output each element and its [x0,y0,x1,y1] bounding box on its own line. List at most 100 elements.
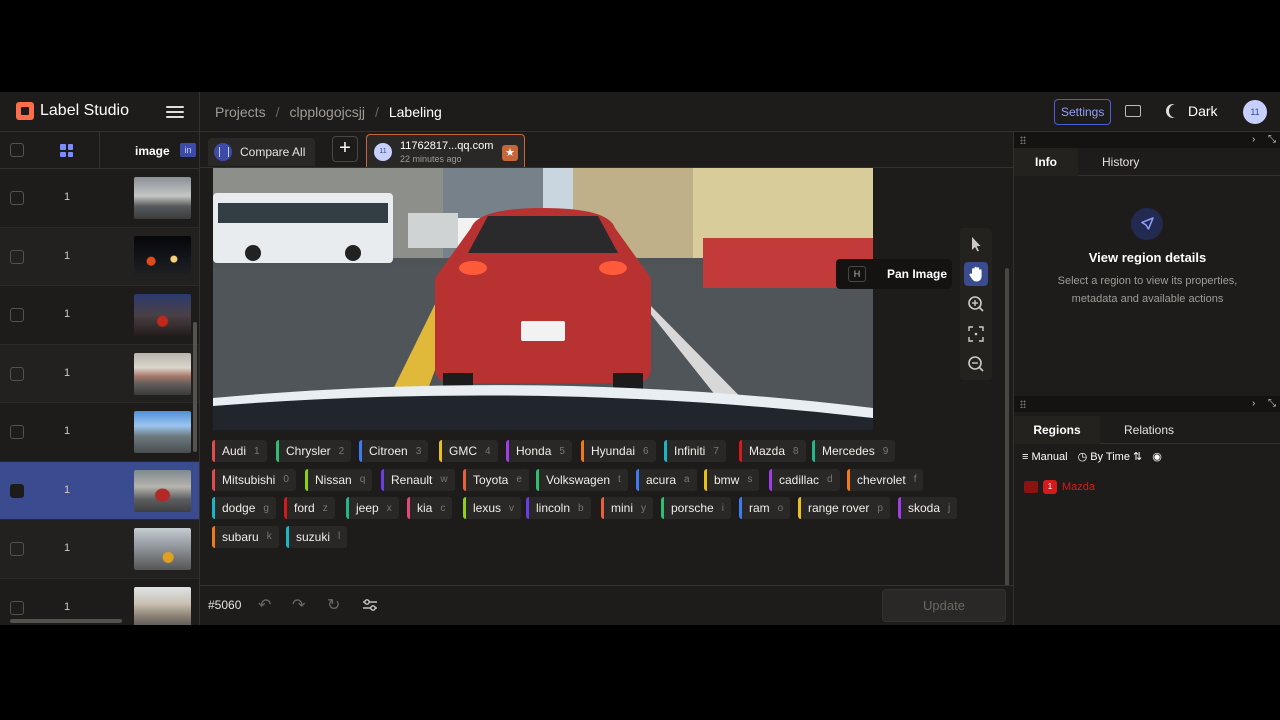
label-chip[interactable]: GMC 4 [439,440,498,462]
row-thumbnail [134,469,191,512]
chevron-right-icon[interactable]: › [1252,396,1255,412]
eye-icon[interactable]: ◉ [1152,450,1162,463]
table-row[interactable]: 1 [0,520,199,579]
row-checkbox[interactable] [10,308,24,322]
breadcrumb-projects[interactable]: Projects [215,104,266,120]
label-chip[interactable]: dodge g [212,497,276,519]
add-annotation-button[interactable]: + [332,136,358,162]
divider [199,92,200,132]
label-chip[interactable]: range rover p [798,497,890,519]
label-chip[interactable]: Hyundai 6 [581,440,656,462]
horizontal-scrollbar[interactable] [10,619,122,623]
collapse-icon[interactable]: ⤡ [1268,396,1276,412]
fit-to-screen-icon[interactable] [964,322,988,346]
compare-all-button[interactable]: Compare All [208,138,316,166]
settings-button[interactable]: Settings [1054,99,1112,125]
label-chip[interactable]: ford z [284,497,335,519]
annotation-tab[interactable]: 11 11762817...qq.com 22 minutes ago ★ [366,134,525,167]
row-checkbox[interactable] [10,191,24,205]
redo-icon[interactable]: ↷ [292,598,305,614]
row-checkbox[interactable] [10,249,24,264]
label-chip[interactable]: Audi 1 [212,440,267,462]
label-chip[interactable]: kia c [407,497,453,519]
tab-info[interactable]: Info [1014,148,1078,176]
select-all-checkbox[interactable] [10,143,24,157]
label-chip[interactable]: lincoln b [526,497,591,519]
tab-regions[interactable]: Regions [1014,416,1100,444]
theme-toggle[interactable]: Dark [1166,103,1218,119]
row-checkbox[interactable] [10,366,24,381]
table-row[interactable]: 1 [0,344,199,403]
menu-icon[interactable] [166,103,184,121]
drag-handle-icon[interactable] [1020,136,1026,144]
table-row[interactable]: 1 [0,169,199,228]
tab-relations[interactable]: Relations [1124,416,1174,444]
label-chip[interactable]: Volkswagen t [536,468,628,491]
label-chip[interactable]: jeep x [346,497,399,519]
label-chip[interactable]: cadillac d [769,468,840,491]
reset-icon[interactable]: ↻ [327,598,340,614]
pan-hand-icon[interactable] [964,262,988,286]
column-header-image[interactable]: image [135,144,170,158]
label-name: dodge [222,501,256,515]
brand[interactable]: Label Studio [16,102,129,120]
group-manual[interactable]: ≡ Manual [1022,451,1068,463]
label-chip[interactable]: Nissan q [305,468,373,491]
row-checkbox[interactable] [10,483,24,498]
breadcrumb-project[interactable]: clpplogojcsjj [289,104,364,120]
label-chip[interactable]: Chrysler 2 [276,440,352,462]
label-chip[interactable]: Mercedes 9 [812,440,896,462]
label-chip[interactable]: Toyota e [463,468,529,491]
regions-panel-header[interactable]: › ⤡ [1014,396,1280,412]
region-item[interactable]: 1 Mazda [1024,480,1095,494]
label-hotkey: q [359,474,366,485]
row-checkbox[interactable] [10,600,24,615]
select-pointer-icon[interactable] [964,232,988,256]
vertical-scrollbar[interactable] [1005,268,1009,586]
table-row[interactable]: 1 [0,403,199,462]
label-chip[interactable]: Citroen 3 [359,440,429,462]
keyboard-icon[interactable] [1125,105,1141,117]
zoom-in-icon[interactable] [964,292,988,316]
label-chip[interactable]: subaru k [212,525,279,548]
label-chip[interactable]: suzuki l [286,525,348,548]
label-chip[interactable]: ram o [739,497,791,519]
label-chip[interactable]: mini y [601,497,654,519]
label-chip[interactable]: bmw s [704,468,760,491]
label-chip[interactable]: acura a [636,468,697,491]
label-chip[interactable]: Infiniti 7 [664,440,726,462]
row-checkbox[interactable] [10,425,24,439]
label-chip[interactable]: Mazda 8 [739,440,806,462]
settings-sliders-icon[interactable] [362,597,378,617]
collapse-icon[interactable]: ⤡ [1268,132,1276,148]
label-chip[interactable]: porsche i [661,497,731,519]
star-icon[interactable]: ★ [502,145,518,161]
tab-history[interactable]: History [1102,148,1139,176]
label-chip[interactable]: Renault w [381,468,455,491]
label-chip[interactable]: lexus v [463,497,522,519]
group-manual-label: Manual [1031,450,1068,463]
sort-by-time[interactable]: ◷ By Time ⇅ [1078,450,1143,463]
label-chip[interactable]: Honda 5 [506,440,572,462]
label-chip[interactable]: chevrolet f [847,468,924,491]
grid-view-icon[interactable] [60,144,73,157]
user-avatar[interactable]: 11 [1243,100,1267,124]
table-row-selected[interactable]: 1 [0,461,199,520]
region-index: 1 [1043,480,1057,494]
info-tabs: Info History [1014,148,1280,176]
label-name: suzuki [296,529,331,544]
vertical-scrollbar[interactable] [193,322,197,452]
table-row[interactable]: 1 [0,227,199,286]
task-image[interactable] [213,168,873,430]
update-button[interactable]: Update [882,589,1006,622]
info-panel-header[interactable]: › ⤡ [1014,132,1280,148]
label-name: bmw [714,472,740,487]
row-checkbox[interactable] [10,542,24,556]
label-chip[interactable]: skoda j [898,497,958,519]
table-row[interactable]: 1 [0,286,199,345]
label-chip[interactable]: Mitsubishi 0 [212,468,296,491]
drag-handle-icon[interactable] [1020,400,1026,408]
undo-icon[interactable]: ↶ [258,598,271,614]
chevron-right-icon[interactable]: › [1252,132,1255,148]
zoom-out-icon[interactable] [964,352,988,376]
